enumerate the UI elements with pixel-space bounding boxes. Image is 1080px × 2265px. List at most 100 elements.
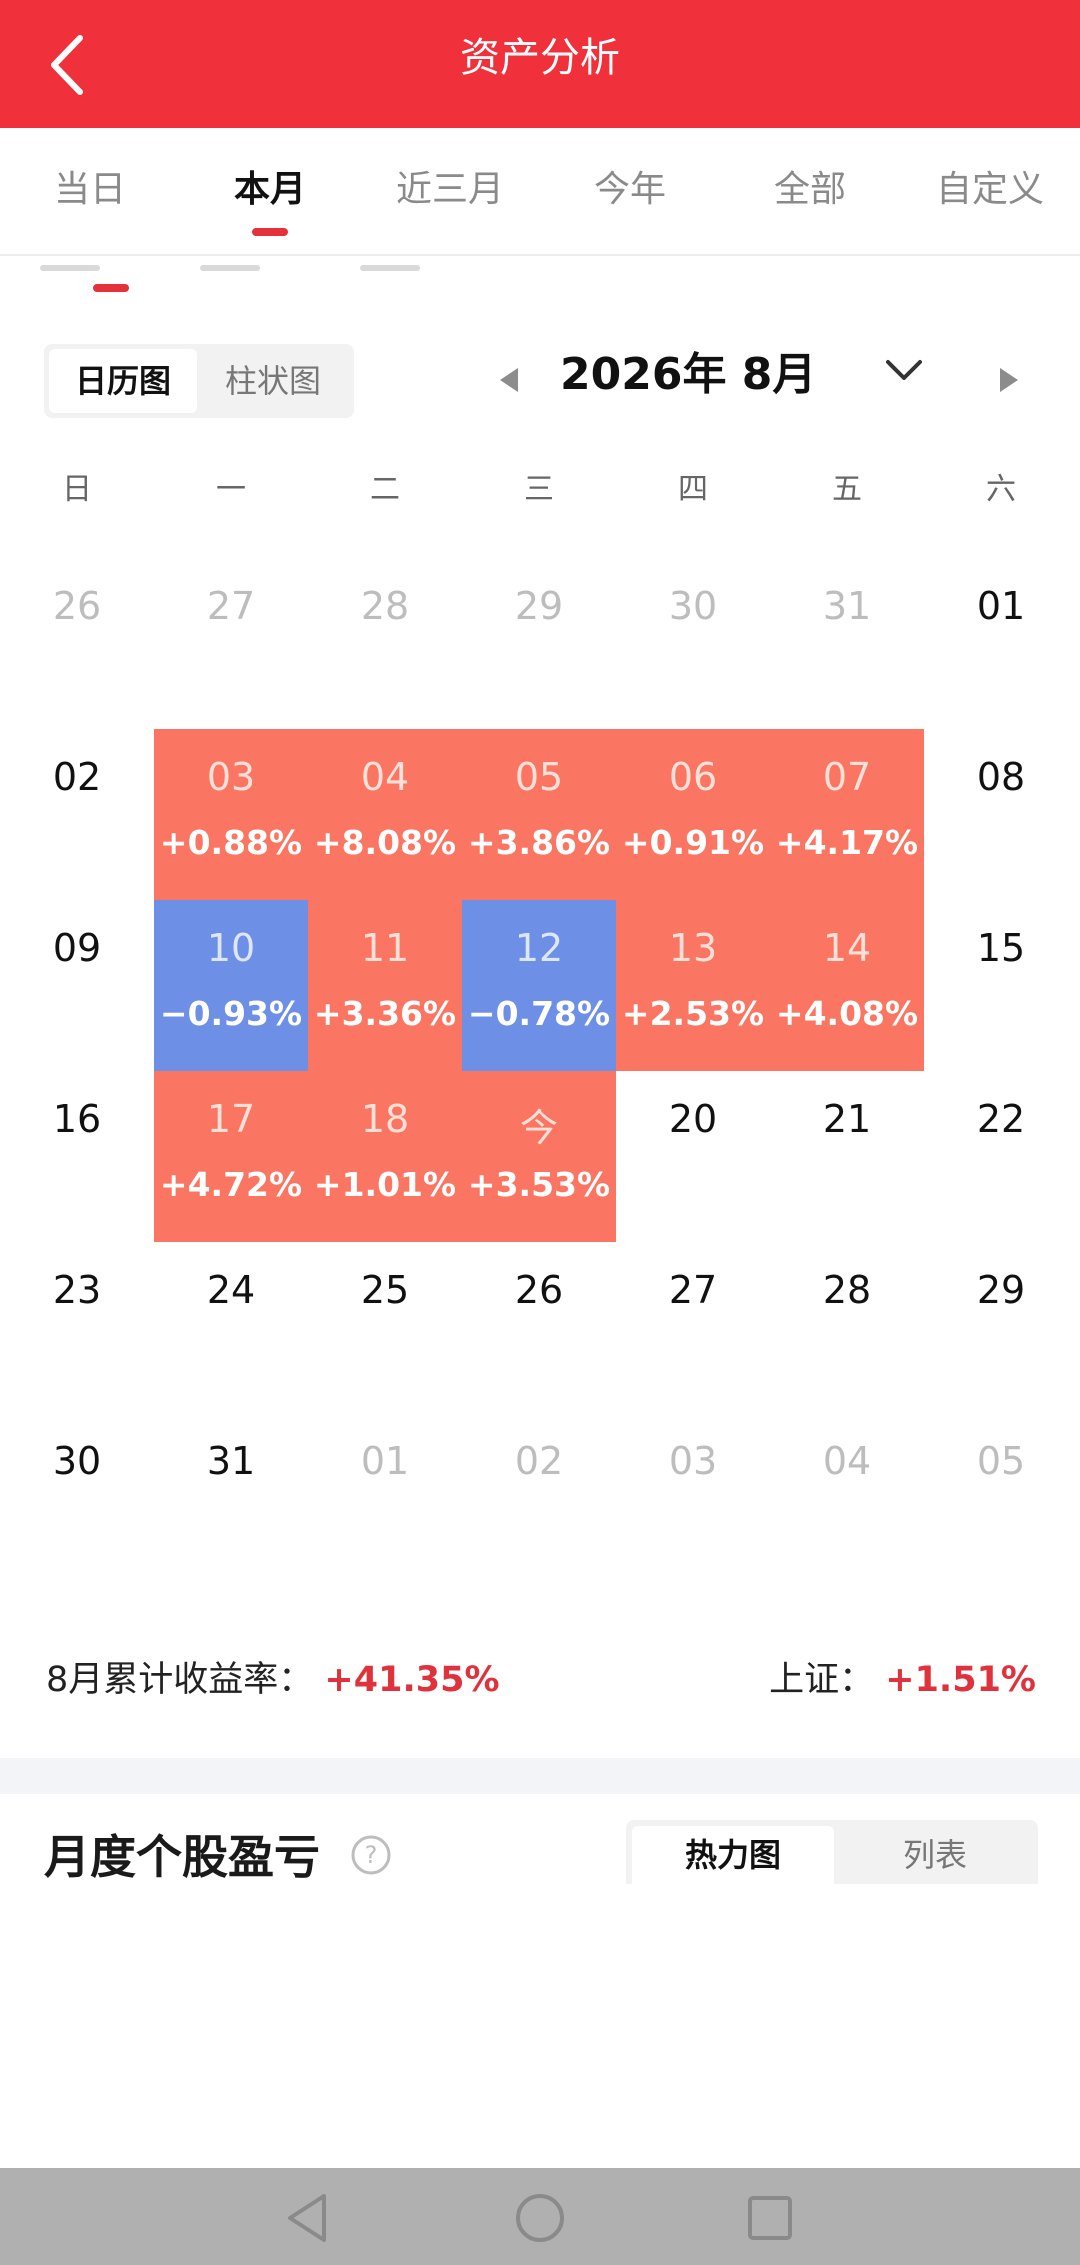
calendar-day-cell[interactable]: 16	[0, 1071, 154, 1242]
next-month-icon[interactable]	[1000, 368, 1018, 392]
page-title: 资产分析	[460, 35, 620, 81]
question-circle-icon[interactable]: ?	[350, 1834, 392, 1876]
bar-chart-view-option[interactable]: 柱状图	[199, 349, 347, 413]
tab-label: 自定义	[935, 169, 1044, 210]
day-return-value: −0.93%	[159, 994, 303, 1033]
calendar-day-cell[interactable]: 04 +8.08%	[308, 729, 462, 900]
chevron-down-icon[interactable]	[880, 350, 928, 390]
day-number: 20	[668, 1097, 718, 1141]
calendar-day-cell[interactable]: 21	[770, 1071, 924, 1242]
day-number: 13	[668, 926, 718, 970]
day-number: 23	[52, 1268, 102, 1312]
calendar-day-cell[interactable]: 02	[0, 729, 154, 900]
recents-square-icon[interactable]	[742, 2190, 798, 2246]
day-return-value: +4.08%	[775, 994, 919, 1033]
calendar-day-cell[interactable]: 27	[616, 1242, 770, 1413]
day-number: 31	[822, 584, 872, 628]
cumulative-return-value: +41.35%	[324, 1660, 500, 1700]
calendar-day-cell[interactable]: 18 +1.01%	[308, 1071, 462, 1242]
tab-three-months[interactable]: 近三月	[360, 128, 540, 256]
day-number: 09	[52, 926, 102, 970]
calendar-day-cell[interactable]: 20	[616, 1071, 770, 1242]
calendar-day-cell[interactable]: 03 +0.88%	[154, 729, 308, 900]
calendar-day-cell[interactable]: 25	[308, 1242, 462, 1413]
tab-indicator	[252, 228, 288, 236]
calendar-day-cell[interactable]: 13 +2.53%	[616, 900, 770, 1071]
weekday-label: 四	[678, 472, 708, 507]
day-number: 29	[514, 584, 564, 628]
weekday-label: 五	[832, 472, 862, 507]
calendar-day-cell[interactable]: 07 +4.17%	[770, 729, 924, 900]
calendar-day-cell[interactable]: 26	[0, 558, 154, 729]
view-toggle: 日历图 柱状图	[44, 344, 354, 418]
calendar-day-cell[interactable]: 29	[462, 558, 616, 729]
index-label: 上证：	[769, 1660, 875, 1700]
calendar-day-cell[interactable]: 14 +4.08%	[770, 900, 924, 1071]
calendar-day-cell[interactable]: 01	[308, 1413, 462, 1584]
tab-custom[interactable]: 自定义	[900, 128, 1080, 256]
calendar-day-cell[interactable]: 24	[154, 1242, 308, 1413]
calendar-day-cell[interactable]: 12 −0.78%	[462, 900, 616, 1071]
calendar-day-cell[interactable]: 30	[0, 1413, 154, 1584]
day-number: 02	[52, 755, 102, 799]
calendar-day-cell[interactable]: 26	[462, 1242, 616, 1413]
calendar-day-cell[interactable]: 15	[924, 900, 1078, 1071]
day-number: 10	[206, 926, 256, 970]
day-return-value: +2.53%	[621, 994, 765, 1033]
day-return-value: +8.08%	[313, 823, 457, 862]
tab-today[interactable]: 当日	[0, 128, 180, 256]
calendar-day-cell[interactable]: 09	[0, 900, 154, 1071]
app-header: 资产分析	[0, 0, 1080, 128]
day-return-value: +3.86%	[467, 823, 611, 862]
calendar-day-cell[interactable]: 10 −0.93%	[154, 900, 308, 1071]
day-number: 04	[360, 755, 410, 799]
day-number: 30	[668, 584, 718, 628]
calendar-day-cell[interactable]: 27	[154, 558, 308, 729]
day-number: 18	[360, 1097, 410, 1141]
day-number: 27	[206, 584, 256, 628]
month-label[interactable]: 2026年 8月	[560, 340, 860, 410]
calendar-day-cell[interactable]: 23	[0, 1242, 154, 1413]
calendar-day-cell[interactable]: 02	[462, 1413, 616, 1584]
day-number: 12	[514, 926, 564, 970]
tab-label: 全部	[773, 169, 846, 210]
calendar-day-cell[interactable]: 31	[154, 1413, 308, 1584]
calendar-day-cell[interactable]: 11 +3.36%	[308, 900, 462, 1071]
calendar-view-option[interactable]: 日历图	[49, 349, 197, 413]
tab-this-month[interactable]: 本月	[180, 128, 360, 256]
calendar-day-cell[interactable]: 04	[770, 1413, 924, 1584]
calendar-day-cell[interactable]: 28	[308, 558, 462, 729]
calendar-day-cell[interactable]: 06 +0.91%	[616, 729, 770, 900]
previous-month-icon[interactable]	[500, 368, 518, 392]
calendar-day-cell[interactable]: 22	[924, 1071, 1078, 1242]
day-number: 17	[206, 1097, 256, 1141]
calendar-day-cell[interactable]: 30	[616, 558, 770, 729]
calendar-day-cell[interactable]: 31	[770, 558, 924, 729]
return-summary: 8月累计收益率： +41.35% 上证： +1.51%	[46, 1650, 1036, 1710]
day-number: 26	[52, 584, 102, 628]
day-return-value: +4.17%	[775, 823, 919, 862]
tab-label: 近三月	[395, 169, 504, 210]
day-return-value: +3.36%	[313, 994, 457, 1033]
calendar-day-cell[interactable]: 17 +4.72%	[154, 1071, 308, 1242]
list-option[interactable]: 列表	[834, 1826, 1036, 1884]
back-triangle-icon[interactable]	[280, 2190, 336, 2246]
calendar-day-cell[interactable]: 08	[924, 729, 1078, 900]
tab-label: 今年	[593, 169, 666, 210]
heatmap-option[interactable]: 热力图	[632, 1826, 834, 1884]
calendar-day-cell[interactable]: 28	[770, 1242, 924, 1413]
day-return-value: −0.78%	[467, 994, 611, 1033]
calendar-day-cell[interactable]: 05 +3.86%	[462, 729, 616, 900]
tab-this-year[interactable]: 今年	[540, 128, 720, 256]
home-circle-icon[interactable]	[512, 2190, 568, 2246]
calendar-day-cell[interactable]: 05	[924, 1413, 1078, 1584]
system-navigation-bar	[0, 2168, 1080, 2265]
tab-all[interactable]: 全部	[720, 128, 900, 256]
weekday-label: 三	[524, 472, 554, 507]
calendar-day-cell[interactable]: 03	[616, 1413, 770, 1584]
day-number: 11	[360, 926, 410, 970]
calendar-day-cell[interactable]: 29	[924, 1242, 1078, 1413]
day-number: 27	[668, 1268, 718, 1312]
calendar-day-cell[interactable]: 01	[924, 558, 1078, 729]
calendar-day-cell[interactable]: 今 +3.53%	[462, 1071, 616, 1242]
